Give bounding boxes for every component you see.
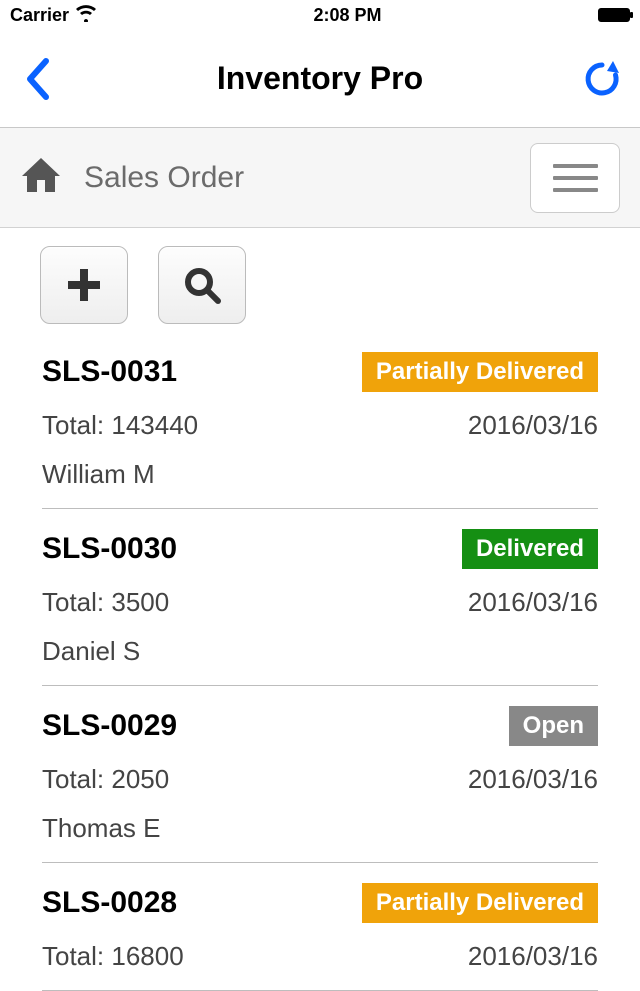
list-item-row: Total: 3500 2016/03/16	[42, 587, 598, 618]
status-badge: Delivered	[462, 529, 598, 569]
order-date: 2016/03/16	[468, 941, 598, 972]
orders-list: SLS-0031 Partially Delivered Total: 143440…	[0, 332, 640, 991]
hamburger-icon	[553, 164, 598, 168]
order-customer: Thomas E	[42, 813, 598, 844]
sub-header-left: Sales Order	[20, 156, 244, 199]
list-item-row: SLS-0031 Partially Delivered	[42, 352, 598, 392]
list-item-row: SLS-0029 Open	[42, 706, 598, 746]
list-item-row: SLS-0030 Delivered	[42, 529, 598, 569]
page-title: Inventory Pro	[58, 60, 582, 97]
list-item-row: Total: 143440 2016/03/16	[42, 410, 598, 441]
status-right	[598, 8, 630, 22]
refresh-button[interactable]	[582, 59, 622, 99]
status-left: Carrier	[10, 4, 97, 27]
section-title: Sales Order	[84, 161, 244, 195]
order-id: SLS-0029	[42, 709, 177, 743]
menu-button[interactable]	[530, 143, 620, 213]
status-badge: Open	[509, 706, 598, 746]
order-id: SLS-0028	[42, 886, 177, 920]
order-total: Total: 2050	[42, 764, 169, 795]
list-item[interactable]: SLS-0031 Partially Delivered Total: 143440…	[42, 332, 598, 509]
list-item-row: Total: 16800 2016/03/16	[42, 941, 598, 972]
list-item-row: SLS-0028 Partially Delivered	[42, 883, 598, 923]
order-date: 2016/03/16	[468, 587, 598, 618]
order-date: 2016/03/16	[468, 410, 598, 441]
list-item[interactable]: SLS-0029 Open Total: 2050 2016/03/16 Thomas …	[42, 686, 598, 863]
order-customer: Daniel S	[42, 636, 598, 667]
status-bar: Carrier 2:08 PM	[0, 0, 640, 30]
order-id: SLS-0030	[42, 532, 177, 566]
order-id: SLS-0031	[42, 355, 177, 389]
search-button[interactable]	[158, 246, 246, 324]
back-button[interactable]	[18, 57, 58, 101]
list-item[interactable]: SLS-0028 Partially Delivered Total: 16800 2…	[42, 863, 598, 991]
wifi-icon	[75, 4, 97, 27]
home-icon[interactable]	[20, 156, 62, 199]
status-time: 2:08 PM	[314, 5, 382, 26]
list-item[interactable]: SLS-0030 Delivered Total: 3500 2016/03/16 Da…	[42, 509, 598, 686]
status-badge: Partially Delivered	[362, 883, 598, 923]
sub-header: Sales Order	[0, 128, 640, 228]
carrier-label: Carrier	[10, 5, 69, 26]
battery-icon	[598, 8, 630, 22]
order-customer: William M	[42, 459, 598, 490]
action-bar	[0, 228, 640, 332]
add-button[interactable]	[40, 246, 128, 324]
order-total: Total: 16800	[42, 941, 184, 972]
plus-icon	[64, 265, 104, 305]
status-badge: Partially Delivered	[362, 352, 598, 392]
nav-bar: Inventory Pro	[0, 30, 640, 128]
search-icon	[182, 265, 222, 305]
list-item-row: Total: 2050 2016/03/16	[42, 764, 598, 795]
order-total: Total: 143440	[42, 410, 198, 441]
order-date: 2016/03/16	[468, 764, 598, 795]
order-total: Total: 3500	[42, 587, 169, 618]
